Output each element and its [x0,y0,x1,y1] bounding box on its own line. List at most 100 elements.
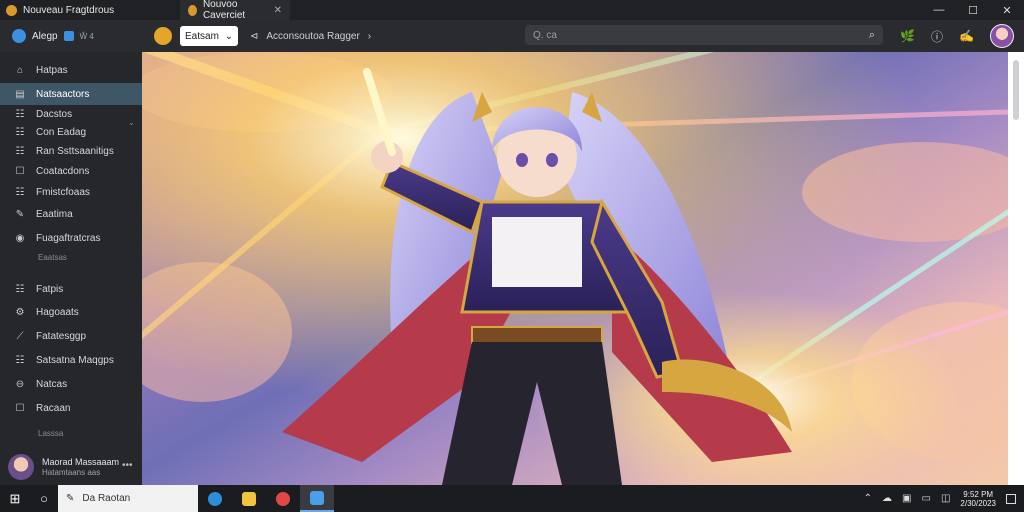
sidebar-item-5[interactable]: ☷ Ran Ssttsaanitigs [0,142,142,160]
chevron-up-icon[interactable]: ⌃ [864,493,872,504]
more-options-icon[interactable]: ••• [122,460,133,471]
breadcrumb-chevron-icon: › [367,30,372,42]
app-logo-icon [6,4,17,16]
profile-card[interactable]: Maorad Massaaam Hatamtaans aas ••• [0,448,142,485]
taskbar-search-input[interactable]: ✎ Da Raotan [58,485,198,512]
edge-icon [208,491,222,506]
sidebar-item-7[interactable]: ☷ Fmistcfoaas [0,183,142,201]
profile-text: Maorad Massaaam Hatamtaans aas [42,457,119,477]
brand[interactable]: Alegp Ŵ 4 [0,29,142,43]
sidebar-item-label: Coatacdons [36,165,90,177]
tab-logo-icon [188,4,197,16]
leaf-icon[interactable]: 🌿 [900,29,915,43]
app-icon [310,490,324,505]
volume-icon[interactable]: ◫ [941,493,950,504]
breadcrumb-back-icon[interactable]: ⊲ [250,31,258,42]
tab-active[interactable]: Nouvoo Caverciet ✕ [180,0,290,21]
taskbar-app-edge[interactable] [198,485,232,512]
sidebar-item-label: Dacstos [36,108,73,120]
sidebar-item-label: Fatpis [36,283,64,295]
profile-subtitle: Hatamtaans aas [42,467,101,477]
toolbar: Alegp Ŵ 4 Eatsam ⌄ ⊲ Acconsoutoa Ragger … [0,20,1024,52]
notification-icon[interactable] [1006,493,1016,504]
sidebar-item-label: Ran Ssttsaanitigs [36,145,114,157]
grid-icon: ☷ [15,145,25,157]
brand-logo-icon [12,29,26,43]
taskbar-app-explorer[interactable] [232,485,266,512]
sidebar-item-12[interactable]: ⟋ Fatatesggp [0,327,142,345]
sidebar-item-8[interactable]: ✎ Eaatima [0,205,142,223]
profile-avatar[interactable] [8,453,34,480]
scrollbar-thumb[interactable] [1013,60,1019,120]
user-avatar[interactable] [990,24,1014,48]
breadcrumb[interactable]: ⊲ Acconsoutoa Ragger › [250,31,371,42]
sidebar-item-4[interactable]: ☷ Con Eadag [0,123,142,141]
palette-icon[interactable] [154,27,172,45]
sidebar-item-label: Fmistcfoaas [36,186,90,198]
search-placeholder: Q. ca [533,29,557,41]
brand-badge-icon [63,31,74,41]
sidebar-item-label: Natcas [36,378,68,390]
window-close-button[interactable]: ✕ [990,4,1024,17]
grid-icon: ☷ [15,354,25,366]
home-icon: ⌂ [16,64,24,76]
mode-select-value: Eatsam [185,30,219,42]
app-title-area: Nouveau Fragtdrous [0,4,180,16]
cloud-icon[interactable]: ☁ [882,493,892,504]
circle-minus-icon: ⊖ [15,378,25,390]
edit-icon[interactable]: ✍ [959,29,974,43]
folder-icon [242,491,256,506]
list-icon: ▤ [15,88,25,100]
book-icon: ☐ [15,402,25,414]
search-icon[interactable]: ⌕ [869,29,875,42]
sidebar-item-active[interactable]: ▤ Natsaactors [0,83,142,105]
sidebar-item-label: Hatpas [36,64,68,76]
sidebar-item-home[interactable]: ⌂ Hatpas [0,59,142,81]
title-bar: Nouveau Fragtdrous Nouvoo Caverciet ✕ — … [0,0,1024,21]
sidebar-item-6[interactable]: ☐ Coatacdons [0,162,142,180]
grid-icon: ☷ [15,108,25,120]
brand-name: Alegp [32,30,58,42]
mode-select[interactable]: Eatsam ⌄ [180,26,238,46]
sidebar: ⌂ Hatpas ⌄ ▤ Natsaactors ☷ Dacstos ☷ Con Ead… [0,52,142,485]
sidebar-item-14[interactable]: ⊖ Natcas [0,375,142,393]
sidebar-item-9[interactable]: ◉ Fuagaftratcras [0,229,142,247]
sidebar-item-label: Con Eadag [36,126,87,138]
tab-close-icon[interactable]: ✕ [274,5,282,16]
network-icon[interactable]: ▣ [902,493,911,504]
clock[interactable]: 9:52 PM 2/30/2023 [960,490,996,508]
info-icon[interactable]: ⓘ [931,28,943,45]
task-view-icon[interactable]: ○ [30,491,58,506]
sidebar-item-3[interactable]: ☷ Dacstos [0,105,142,123]
taskbar-app-store[interactable] [266,485,300,512]
sidebar-item-15[interactable]: ☐ Racaan [0,399,142,417]
image-canvas[interactable] [142,52,1008,485]
sidebar-item-label: Fuagaftratcras [36,232,101,244]
chevron-down-icon: ⌄ [224,30,233,42]
clock-date: 2/30/2023 [960,498,996,508]
system-tray: ⌃ ☁ ▣ ▭ ◫ 9:52 PM 2/30/2023 [864,490,1024,508]
sidebar-item-label: Racaan [36,402,71,414]
vertical-scrollbar[interactable] [1008,52,1024,485]
taskbar-app-active[interactable] [300,485,334,512]
sidebar-item-11[interactable]: ⚙ Hagoaats [0,303,142,321]
section-label-1: Eaatsas [38,253,67,262]
sidebar-item-13[interactable]: ☷ Satsatna Maqgps [0,351,142,369]
globe-icon: ◉ [15,232,25,244]
start-button[interactable]: ⊞ [0,491,30,507]
pencil-icon: ✎ [15,208,25,220]
section-label-2: Lasssa [38,429,64,438]
battery-icon[interactable]: ▭ [922,493,931,504]
taskbar: ⊞ ○ ✎ Da Raotan ⌃ ☁ ▣ ▭ ◫ 9:52 PM 2/30/2… [0,485,1024,512]
sidebar-item-10[interactable]: ☷ Fatpis [0,280,142,298]
anime-illustration [142,52,1008,485]
toolbar-right-icons: 🌿 ⓘ ✍ [900,24,1014,48]
search-input[interactable]: Q. ca ⌕ [525,25,883,45]
minimize-button[interactable]: — [922,4,956,16]
maximize-button[interactable]: ☐ [956,4,990,17]
sidebar-item-label: Natsaactors [36,88,90,100]
breadcrumb-label[interactable]: Acconsoutoa Ragger [266,31,359,42]
sidebar-item-label: Satsatna Maqgps [36,354,114,366]
window-icon: ☐ [15,165,25,177]
profile-name: Maorad Massaaam [42,456,120,467]
